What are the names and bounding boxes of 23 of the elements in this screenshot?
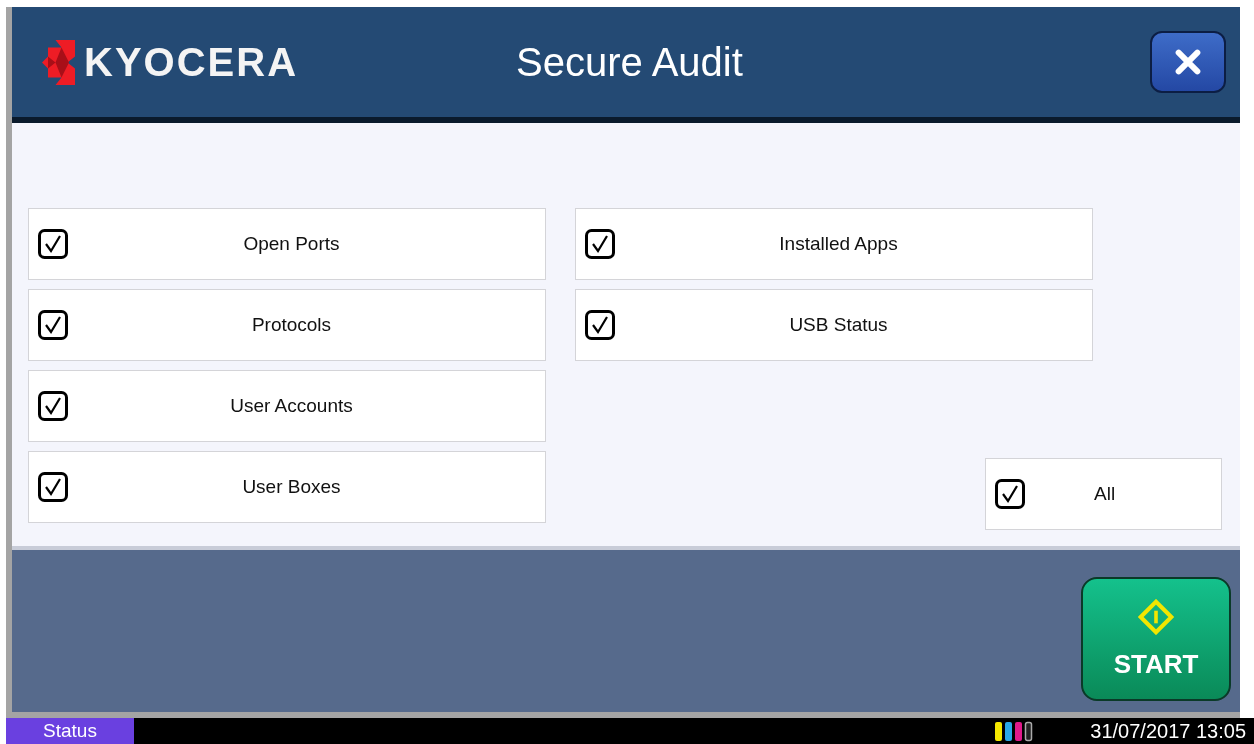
checkbox[interactable] [995, 479, 1025, 509]
option-checkbox[interactable]: Protocols [28, 289, 546, 361]
option-checkbox[interactable]: USB Status [575, 289, 1093, 361]
option-checkbox[interactable]: User Accounts [28, 370, 546, 442]
checkbox[interactable] [585, 310, 615, 340]
checkbox[interactable] [585, 229, 615, 259]
date-time: 31/07/2017 13:05 [1090, 719, 1246, 743]
logo-text: KYOCERA [84, 39, 299, 85]
status-button[interactable]: Status [6, 718, 134, 744]
option-checkbox[interactable]: Installed Apps [575, 208, 1093, 280]
start-icon [1138, 598, 1174, 635]
checkbox[interactable] [38, 472, 68, 502]
option-checkbox[interactable]: Open Ports [28, 208, 546, 280]
toner-level-icon [994, 720, 1035, 742]
checkbox[interactable] [38, 310, 68, 340]
checkbox[interactable] [38, 391, 68, 421]
checkbox[interactable] [38, 229, 68, 259]
start-button[interactable]: START [1081, 577, 1231, 701]
window-title: Secure Audit [515, 39, 744, 85]
logo-icon [42, 39, 78, 85]
option-checkbox[interactable]: User Boxes [28, 451, 546, 523]
close-button[interactable] [1150, 31, 1226, 93]
all-checkbox-option[interactable]: All [985, 458, 1222, 530]
